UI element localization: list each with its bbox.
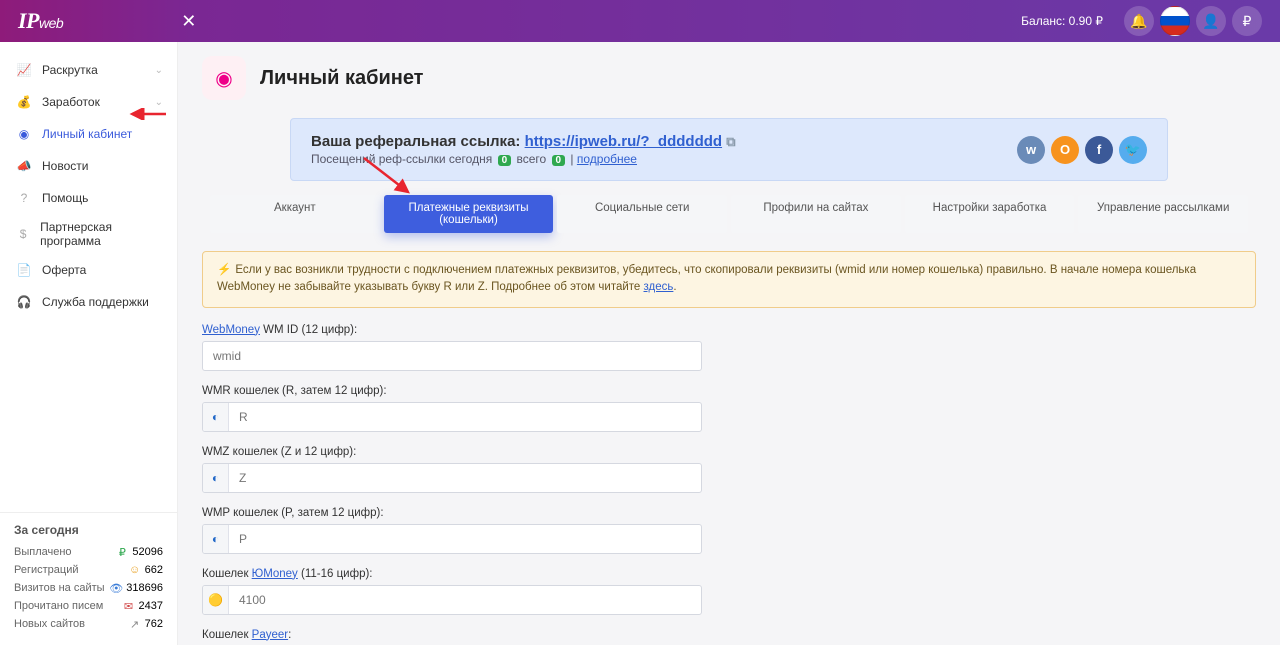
sidebar-item-offer[interactable]: 📄Оферта [0,254,177,286]
tab-account[interactable]: Аккаунт [210,195,380,233]
user-icon: ◉ [14,124,34,144]
twitter-icon[interactable]: 🐦 [1119,136,1147,164]
sidebar-item-earnings[interactable]: 💰Заработок⌄ [0,86,177,118]
referral-link[interactable]: https://ipweb.ru/?_ddddddd [525,133,722,150]
stat-row: Новых сайтов↗762 [14,615,163,633]
tab-social[interactable]: Социальные сети [557,195,727,233]
webmoney-icon: ◐ [203,403,229,431]
headset-icon: 🎧 [14,292,34,312]
stat-row: Выплачено₽52096 [14,543,163,561]
wmid-input[interactable] [203,342,701,370]
facebook-icon[interactable]: f [1085,136,1113,164]
chart-icon: 📈 [14,60,34,80]
sidebar-item-promotion[interactable]: 📈Раскрутка⌄ [0,54,177,86]
tab-earn-settings[interactable]: Настройки заработка [905,195,1075,233]
tab-payment[interactable]: Платежные реквизиты (кошельки) [384,195,554,233]
field-wmp: WMP кошелек (P, затем 12 цифр): ◐ [202,507,1256,554]
language-flag-icon[interactable] [1160,6,1190,36]
top-header: IPweb ✕ Баланс: 0.90 ₽ 🔔 👤 ₽ [0,0,1280,42]
wmp-input[interactable] [229,525,701,553]
yoomoney-input[interactable] [229,586,701,614]
bell-icon[interactable]: 🔔 [1124,6,1154,36]
question-icon: ? [14,188,34,208]
dollar-icon: $ [14,224,32,244]
sidebar-item-news[interactable]: 📣Новости [0,150,177,182]
wmz-input[interactable] [229,464,701,492]
stat-row: Регистраций☺662 [14,561,163,579]
referral-title: Ваша реферальная ссылка: [311,133,520,150]
field-wmr: WMR кошелек (R, затем 12 цифр): ◐ [202,385,1256,432]
tabs: Аккаунт Платежные реквизиты (кошельки) С… [202,195,1256,233]
referral-card: Ваша реферальная ссылка: https://ipweb.r… [290,118,1168,181]
stat-row: Визитов на сайты👁318696 [14,579,163,597]
logo[interactable]: IPweb [18,8,63,34]
vk-icon[interactable]: w [1017,136,1045,164]
document-icon: 📄 [14,260,34,280]
sidebar-item-support[interactable]: 🎧Служба поддержки [0,286,177,318]
main-content: ◉ Личный кабинет Ваша реферальная ссылка… [178,42,1280,645]
tab-profiles[interactable]: Профили на сайтах [731,195,901,233]
balance-label: Баланс: 0.90 ₽ [1021,14,1103,28]
webmoney-icon: ◐ [203,525,229,553]
webmoney-icon: ◐ [203,464,229,492]
field-wmid: WebMoney WM ID (12 цифр): [202,324,1256,371]
yoomoney-icon: 🟡 [203,586,229,614]
ok-icon[interactable]: O [1051,136,1079,164]
field-wmz: WMZ кошелек (Z и 12 цифр): ◐ [202,446,1256,493]
sidebar-item-affiliate[interactable]: $Партнерская программа [0,214,177,254]
payeer-link[interactable]: Payeer [252,629,288,641]
field-yoomoney: Кошелек ЮMoney (11-16 цифр): 🟡 [202,568,1256,615]
sidebar-item-account[interactable]: ◉Личный кабинет [0,118,177,150]
tab-mailings[interactable]: Управление рассылками [1078,195,1248,233]
bolt-icon: ⚡ [217,264,231,276]
social-share: w O f 🐦 [1017,136,1147,164]
page-title: Личный кабинет [260,67,423,90]
warning-link[interactable]: здесь [644,281,674,293]
money-icon: 💰 [14,92,34,112]
sidebar-item-help[interactable]: ?Помощь [0,182,177,214]
megaphone-icon: 📣 [14,156,34,176]
field-payeer: Кошелек Payeer: Ⓟ [202,629,1256,645]
chevron-down-icon: ⌄ [155,65,163,76]
stats-title: За сегодня [14,523,163,537]
sidebar: 📈Раскрутка⌄ 💰Заработок⌄ ◉Личный кабинет … [0,42,178,645]
page-avatar-icon: ◉ [202,56,246,100]
today-stats: За сегодня Выплачено₽52096 Регистраций☺6… [0,512,177,645]
currency-icon[interactable]: ₽ [1232,6,1262,36]
close-icon[interactable]: ✕ [181,11,196,32]
more-link[interactable]: подробнее [577,152,637,166]
webmoney-link[interactable]: WebMoney [202,324,260,336]
warning-box: ⚡Если у вас возникли трудности с подключ… [202,251,1256,308]
copy-icon[interactable]: ⧉ [726,134,735,149]
chevron-down-icon: ⌄ [155,97,163,108]
wmr-input[interactable] [229,403,701,431]
stat-row: Прочитано писем✉2437 [14,597,163,615]
yoomoney-link[interactable]: ЮMoney [252,568,298,580]
user-icon[interactable]: 👤 [1196,6,1226,36]
